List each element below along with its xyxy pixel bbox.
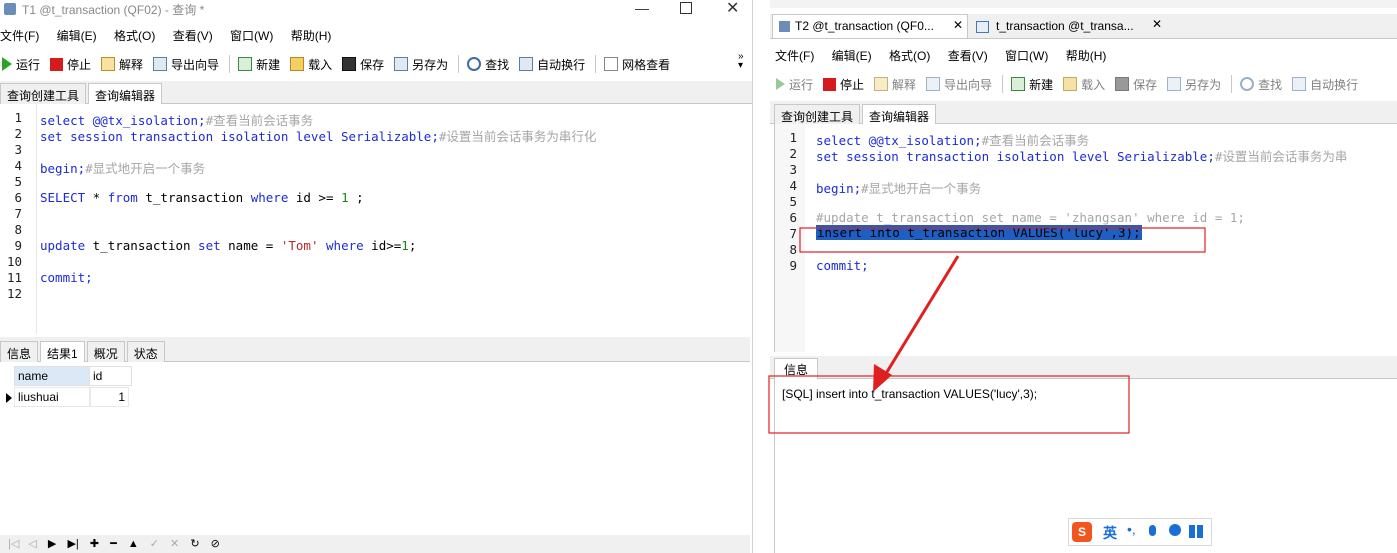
highlight-box-insert (799, 227, 1206, 253)
highlight-box-result (768, 375, 1130, 434)
annotation-overlay (768, 227, 1206, 434)
annotation-arrow-line (880, 255, 960, 381)
